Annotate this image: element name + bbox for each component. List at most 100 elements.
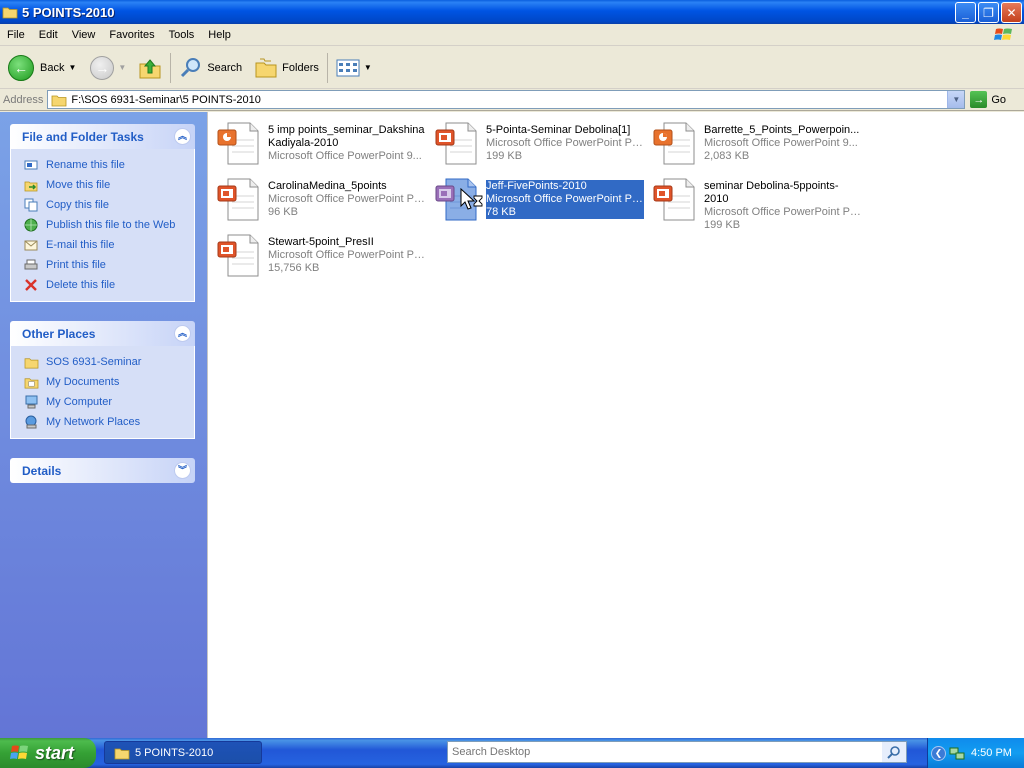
desktop-search-input[interactable] xyxy=(448,746,868,758)
details-header[interactable]: Details ︾ xyxy=(10,458,195,483)
go-arrow-icon: → xyxy=(970,91,988,108)
delete-icon xyxy=(23,277,39,293)
powerpoint-file-icon xyxy=(653,122,695,165)
back-arrow-icon: ← xyxy=(8,54,34,81)
place-label: My Network Places xyxy=(46,416,141,428)
task-email[interactable]: E-mail this file xyxy=(23,235,194,255)
powerpoint-file-icon xyxy=(217,122,259,165)
back-dropdown-icon[interactable]: ▼ xyxy=(68,63,76,72)
rename-icon xyxy=(23,157,39,173)
place-network[interactable]: My Network Places xyxy=(23,412,194,432)
start-button[interactable]: start xyxy=(0,738,96,768)
task-label: Move this file xyxy=(46,179,111,191)
file-item[interactable]: seminar Debolina-5ppoints-2010 Microsoft… xyxy=(648,172,863,231)
task-copy[interactable]: Copy this file xyxy=(23,195,194,215)
address-dropdown-icon[interactable]: ▼ xyxy=(947,91,965,108)
network-tray-icon[interactable] xyxy=(949,745,965,761)
address-bar: Address F:\SOS 6931-Seminar\5 POINTS-201… xyxy=(0,89,1024,111)
place-my-computer[interactable]: My Computer xyxy=(23,392,194,412)
desktop-search-box[interactable] xyxy=(447,741,907,763)
powerpoint-file-icon xyxy=(653,178,695,221)
task-pane: File and Folder Tasks ︽ Rename this file… xyxy=(0,112,207,738)
powerpoint-file-icon xyxy=(217,178,259,221)
place-seminar-folder[interactable]: SOS 6931-Seminar xyxy=(23,352,194,372)
file-size: 78 KB xyxy=(486,206,516,218)
search-button[interactable]: Search xyxy=(175,50,246,86)
file-type: Microsoft Office PowerPoint Pr... xyxy=(268,249,426,261)
address-field[interactable]: F:\SOS 6931-Seminar\5 POINTS-2010 ▼ xyxy=(47,90,966,109)
menu-edit[interactable]: Edit xyxy=(32,29,65,41)
address-path: F:\SOS 6931-Seminar\5 POINTS-2010 xyxy=(71,93,261,106)
desktop-search-button[interactable] xyxy=(882,742,906,762)
tray-expand-icon[interactable]: ❮ xyxy=(931,745,946,761)
file-type: Microsoft Office PowerPoint Pr... xyxy=(704,206,862,218)
globe-icon xyxy=(23,217,39,233)
task-label: Copy this file xyxy=(46,199,109,211)
menu-help[interactable]: Help xyxy=(201,29,238,41)
menu-tools[interactable]: Tools xyxy=(162,29,202,41)
folder-icon xyxy=(51,95,67,106)
folders-button[interactable]: Folders xyxy=(250,50,323,86)
file-item[interactable]: 5-Pointa-Seminar Debolina[1] Microsoft O… xyxy=(430,116,645,166)
details-panel: Details ︾ xyxy=(10,458,195,483)
collapse-chevron-icon[interactable]: ︽ xyxy=(174,128,191,145)
file-name: Jeff-FivePoints-2010 xyxy=(486,180,587,192)
minimize-button[interactable]: _ xyxy=(955,2,976,23)
place-my-documents[interactable]: My Documents xyxy=(23,372,194,392)
file-size: 199 KB xyxy=(704,219,741,231)
other-places-header[interactable]: Other Places ︽ xyxy=(10,321,195,346)
menu-view[interactable]: View xyxy=(65,29,103,41)
powerpoint-file-icon xyxy=(435,122,477,165)
task-label: Publish this file to the Web xyxy=(46,219,176,231)
views-dropdown-icon[interactable]: ▼ xyxy=(364,63,372,72)
menu-file[interactable]: File xyxy=(0,29,32,41)
forward-button[interactable]: → ▼ xyxy=(86,50,130,86)
place-label: My Documents xyxy=(46,376,120,388)
file-name: Stewart-5point_PresII xyxy=(268,236,374,248)
file-name: 5-Pointa-Seminar Debolina[1] xyxy=(486,124,631,136)
toolbar: ← Back ▼ → ▼ Search Folders ▼ xyxy=(0,47,1024,89)
file-size: 199 KB xyxy=(486,150,523,162)
task-rename[interactable]: Rename this file xyxy=(23,155,194,175)
window-title: 5 POINTS-2010 xyxy=(22,4,115,20)
task-label: Rename this file xyxy=(46,159,125,171)
up-folder-icon xyxy=(139,58,161,78)
task-print[interactable]: Print this file xyxy=(23,255,194,275)
toolbar-separator xyxy=(326,52,328,83)
forward-dropdown-icon[interactable]: ▼ xyxy=(118,63,126,72)
folders-icon xyxy=(255,58,277,77)
file-folder-tasks-header[interactable]: File and Folder Tasks ︽ xyxy=(10,124,195,149)
go-label: Go xyxy=(991,93,1007,106)
close-button[interactable]: ✕ xyxy=(1001,2,1022,23)
place-label: My Computer xyxy=(46,396,113,408)
file-item[interactable]: CarolinaMedina_5points Microsoft Office … xyxy=(212,172,427,222)
windows-flag-icon xyxy=(10,745,28,759)
clock[interactable]: 4:50 PM xyxy=(971,747,1012,759)
file-view: 5 imp points_seminar_Dakshina Kadiyala-2… xyxy=(207,112,1024,738)
file-item[interactable]: 5 imp points_seminar_Dakshina Kadiyala-2… xyxy=(212,116,427,166)
folder-icon xyxy=(114,748,130,759)
task-publish[interactable]: Publish this file to the Web xyxy=(23,215,194,235)
collapse-chevron-icon[interactable]: ︽ xyxy=(174,325,191,342)
title-bar[interactable]: 5 POINTS-2010 _ ❐ ✕ xyxy=(0,0,1024,24)
maximize-button[interactable]: ❐ xyxy=(978,2,999,23)
taskbar-window-button[interactable]: 5 POINTS-2010 xyxy=(104,741,262,764)
menu-favorites[interactable]: Favorites xyxy=(102,29,161,41)
place-label: SOS 6931-Seminar xyxy=(46,356,142,368)
powerpoint-file-icon xyxy=(217,234,259,277)
task-label: Print this file xyxy=(46,259,106,271)
task-delete[interactable]: Delete this file xyxy=(23,275,194,295)
back-label: Back xyxy=(40,61,65,74)
search-label: Search xyxy=(207,61,243,74)
go-button[interactable]: → Go xyxy=(970,91,1006,108)
back-button[interactable]: ← Back ▼ xyxy=(4,50,80,86)
file-item-selected[interactable]: Jeff-FivePoints-2010 Microsoft Office Po… xyxy=(430,172,645,222)
taskbar: start 5 POINTS-2010 ❮ 4:50 PM xyxy=(0,738,1024,768)
file-item[interactable]: Stewart-5point_PresII Microsoft Office P… xyxy=(212,228,427,278)
file-name: CarolinaMedina_5points xyxy=(268,180,387,192)
views-button[interactable]: ▼ xyxy=(332,50,376,86)
expand-chevron-icon[interactable]: ︾ xyxy=(174,462,191,479)
file-item[interactable]: Barrette_5_Points_Powerpoin... Microsoft… xyxy=(648,116,863,166)
up-folder-button[interactable] xyxy=(134,50,166,86)
task-move[interactable]: Move this file xyxy=(23,175,194,195)
